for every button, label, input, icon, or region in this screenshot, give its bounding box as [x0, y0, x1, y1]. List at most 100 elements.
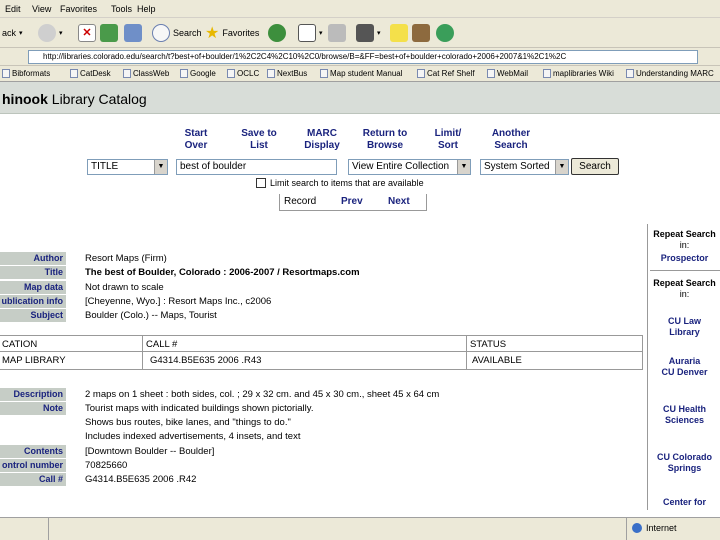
page-icon: [543, 69, 551, 78]
link-oclc[interactable]: OCLC: [227, 69, 259, 78]
menu-tools[interactable]: Tools: [111, 4, 132, 14]
page-icon: [487, 69, 495, 78]
search-button[interactable]: Search: [152, 22, 202, 44]
cu-colorado-springs-link[interactable]: CU Colorado Springs: [648, 452, 720, 474]
forward-button[interactable]: ▾: [38, 22, 63, 44]
center-for-link[interactable]: Center for: [648, 497, 720, 508]
in-label: in:: [679, 240, 690, 250]
page-icon: [70, 69, 78, 78]
link-webmail[interactable]: WebMail: [487, 69, 528, 78]
address-input[interactable]: http://libraries.colorado.edu/search/t?b…: [28, 50, 698, 64]
note-value: Tourist maps with indicated buildings sh…: [85, 403, 314, 414]
page-icon: [626, 69, 634, 78]
link-bibformats[interactable]: Bibformats: [2, 69, 50, 78]
description-value: 2 maps on 1 sheet : both sides, col. ; 2…: [85, 389, 440, 400]
status-header: STATUS: [470, 339, 507, 350]
cu-law-library-link[interactable]: CU Law Library: [648, 316, 720, 338]
print-button[interactable]: [328, 22, 346, 44]
cu-health-sciences-link[interactable]: CU Health Sciences: [648, 404, 720, 426]
control-number-label: ontrol number: [0, 459, 66, 472]
page-title: hinook Library Catalog: [2, 91, 147, 107]
map-data-label: Map data: [0, 281, 66, 294]
link-understanding-marc[interactable]: Understanding MARC: [626, 69, 714, 78]
mail-button[interactable]: ▾: [298, 22, 323, 44]
link-catdesk[interactable]: CatDesk: [70, 69, 111, 78]
contents-value: [Downtown Boulder -- Boulder]: [85, 446, 215, 457]
chevron-down-icon: ▾: [19, 30, 23, 37]
location-value: MAP LIBRARY: [2, 355, 66, 366]
location-header: CATION: [2, 339, 38, 350]
research-icon: [412, 24, 430, 42]
call-number-label: Call #: [0, 473, 66, 486]
stop-button[interactable]: ✕: [78, 22, 96, 44]
link-cat-ref-shelf[interactable]: Cat Ref Shelf: [417, 69, 475, 78]
search-submit-button[interactable]: Search: [571, 158, 619, 175]
publication-info-label: ublication info: [0, 295, 66, 308]
notes-button[interactable]: [390, 22, 408, 44]
next-link[interactable]: Next: [388, 196, 410, 207]
another-search-link[interactable]: Another Search: [486, 128, 536, 152]
auraria-cu-denver-link[interactable]: Auraria CU Denver: [648, 356, 720, 378]
page-icon: [227, 69, 235, 78]
messenger-icon: [436, 24, 454, 42]
page-icon: [123, 69, 131, 78]
link-google[interactable]: Google: [180, 69, 216, 78]
link-maplibraries-wiki[interactable]: maplibraries Wiki: [543, 69, 614, 78]
edit-button[interactable]: ▾: [356, 22, 381, 44]
address-bar: http://libraries.colorado.edu/search/t?b…: [0, 48, 720, 66]
title-label: Title: [0, 266, 66, 279]
back-button[interactable]: ack ▾: [2, 22, 23, 44]
security-zone-label: Internet: [646, 523, 677, 533]
links-bar: Bibformats CatDesk ClassWeb Google OCLC …: [0, 66, 720, 82]
browser-toolbar: ack ▾ ▾ ✕ Search ★ Favorites ▾ ▾: [0, 18, 720, 48]
publication-info-value: [Cheyenne, Wyo.] : Resort Maps Inc., c20…: [85, 296, 272, 307]
page-icon: [267, 69, 275, 78]
status-bar: Internet: [0, 517, 720, 540]
search-term-input[interactable]: best of boulder: [176, 159, 337, 175]
page-icon: [320, 69, 328, 78]
print-icon: [328, 24, 346, 42]
in-label: in:: [679, 289, 690, 299]
sort-select[interactable]: System Sorted ▼: [480, 159, 569, 175]
subject-value[interactable]: Boulder (Colo.) -- Maps, Tourist: [85, 309, 217, 322]
marc-display-link[interactable]: MARC Display: [300, 128, 344, 152]
author-value[interactable]: Resort Maps (Firm): [85, 252, 167, 265]
holdings-table: CATION CALL # STATUS MAP LIBRARY G4314.B…: [0, 335, 643, 370]
menu-view[interactable]: View: [32, 4, 51, 14]
menu-favorites[interactable]: Favorites: [60, 4, 97, 14]
note-value: Includes indexed advertisements, 4 inset…: [85, 431, 301, 442]
search-field-select[interactable]: TITLE ▼: [87, 159, 168, 175]
link-map-student-manual[interactable]: Map student Manual: [320, 69, 403, 78]
prospector-link[interactable]: Prospector: [648, 253, 720, 264]
prev-link[interactable]: Prev: [341, 196, 363, 207]
menu-help[interactable]: Help: [137, 4, 156, 14]
link-nextbus[interactable]: NextBus: [267, 69, 307, 78]
record-navigation: Record Prev Next: [279, 194, 427, 211]
search-icon: [152, 24, 170, 42]
call-number-value: G4314.B5E635 2006 .R43: [150, 355, 262, 366]
control-number-value: 70825660: [85, 460, 128, 471]
repeat-search-heading: Repeat Search: [653, 229, 716, 239]
start-over-link[interactable]: Start Over: [177, 128, 215, 152]
link-classweb[interactable]: ClassWeb: [123, 69, 169, 78]
call-number-header: CALL #: [146, 339, 178, 350]
menu-edit[interactable]: Edit: [5, 4, 21, 14]
forward-icon: [38, 24, 56, 42]
history-icon: [268, 24, 286, 42]
description-label: Description: [0, 388, 66, 401]
messenger-button[interactable]: [436, 22, 454, 44]
refresh-button[interactable]: [100, 22, 118, 44]
limit-available-row: Limit search to items that are available: [256, 178, 424, 188]
return-to-browse-link[interactable]: Return to Browse: [357, 128, 413, 152]
home-button[interactable]: [124, 22, 142, 44]
collection-scope-select[interactable]: View Entire Collection ▼: [348, 159, 471, 175]
save-to-list-link[interactable]: Save to List: [235, 128, 283, 152]
page-icon: [180, 69, 188, 78]
research-button[interactable]: [412, 22, 430, 44]
record-label: Record: [284, 196, 317, 207]
limit-available-checkbox[interactable]: [256, 178, 266, 188]
history-button[interactable]: [268, 22, 286, 44]
favorites-button[interactable]: ★ Favorites: [205, 22, 259, 44]
mail-icon: [298, 24, 316, 42]
limit-sort-link[interactable]: Limit/Sort: [428, 128, 468, 152]
